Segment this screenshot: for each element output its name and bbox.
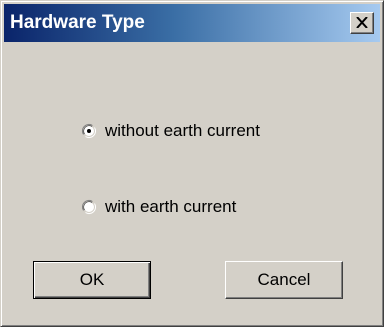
title-bar[interactable]: Hardware Type — [4, 4, 380, 42]
cancel-button[interactable]: Cancel — [225, 261, 343, 299]
radio-label-without-earth-current[interactable]: without earth current — [105, 121, 260, 141]
radio-selected-icon[interactable] — [81, 123, 97, 139]
radio-unselected-icon[interactable] — [81, 199, 97, 215]
ok-button[interactable]: OK — [33, 261, 151, 299]
close-button[interactable] — [350, 12, 374, 34]
window-title: Hardware Type — [10, 12, 145, 33]
radio-label-with-earth-current[interactable]: with earth current — [105, 197, 236, 217]
radio-option-with-earth-current[interactable]: with earth current — [81, 195, 236, 219]
hardware-type-dialog: Hardware Type without earth current with… — [0, 0, 384, 327]
close-icon — [356, 17, 368, 28]
radio-option-without-earth-current[interactable]: without earth current — [81, 119, 260, 143]
